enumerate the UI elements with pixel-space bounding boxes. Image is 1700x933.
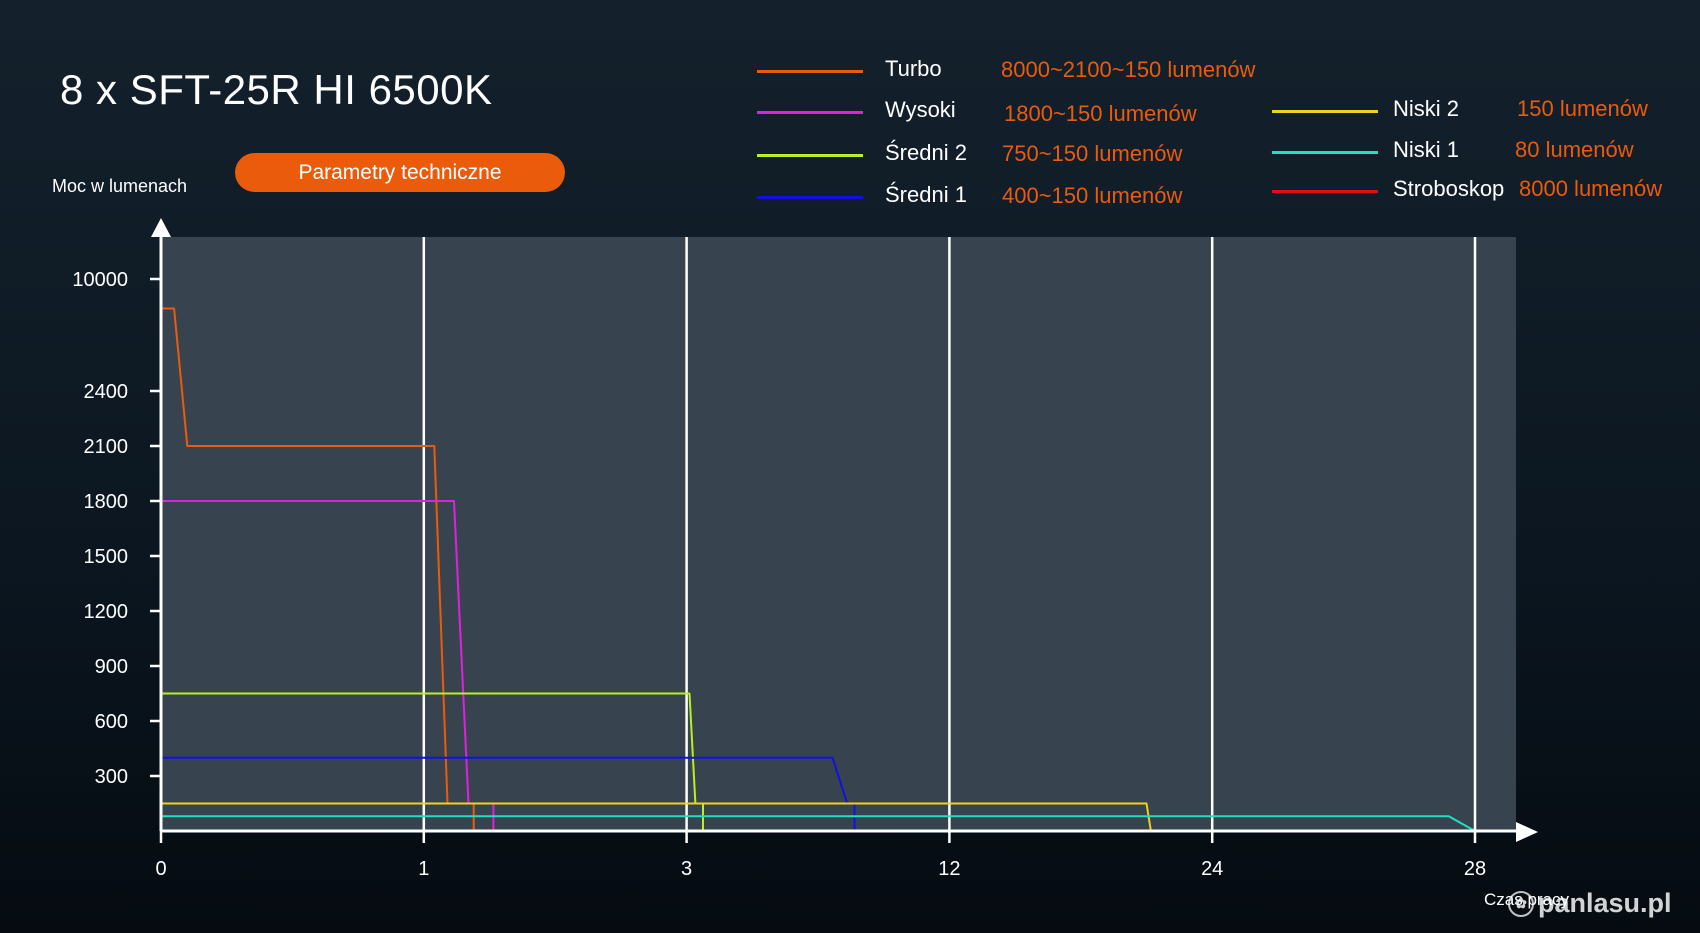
watermark: ✿ panlasu.pl [1508, 888, 1672, 919]
y-tick-label: 10000 [72, 269, 128, 291]
y-axis-arrow [151, 218, 171, 237]
x-axis-arrow [1516, 822, 1538, 842]
x-tick-label: 0 [155, 858, 166, 880]
y-tick-label: 2100 [84, 436, 129, 458]
x-tick-label: 28 [1464, 858, 1486, 880]
x-tick-label: 3 [681, 858, 692, 880]
lumen-runtime-chart: 0 1 3 12 24 28 300 600 900 1200 1500 1800 2100 2400 10… [72, 218, 1538, 880]
paw-icon: ✿ [1508, 890, 1534, 917]
y-tick-label: 1200 [84, 601, 129, 623]
y-tick-label: 600 [95, 711, 128, 733]
y-tick-label: 1500 [84, 546, 129, 568]
watermark-text: panlasu.pl [1538, 888, 1672, 918]
x-tick-label: 12 [938, 858, 960, 880]
y-tick-label: 300 [95, 766, 128, 788]
y-tick-label: 2400 [84, 381, 129, 403]
x-tick-label: 24 [1201, 858, 1223, 880]
x-tick-label: 1 [418, 858, 429, 880]
y-tick-label: 1800 [84, 491, 129, 513]
plot-area [161, 237, 1516, 831]
y-tick-label: 900 [95, 656, 128, 678]
